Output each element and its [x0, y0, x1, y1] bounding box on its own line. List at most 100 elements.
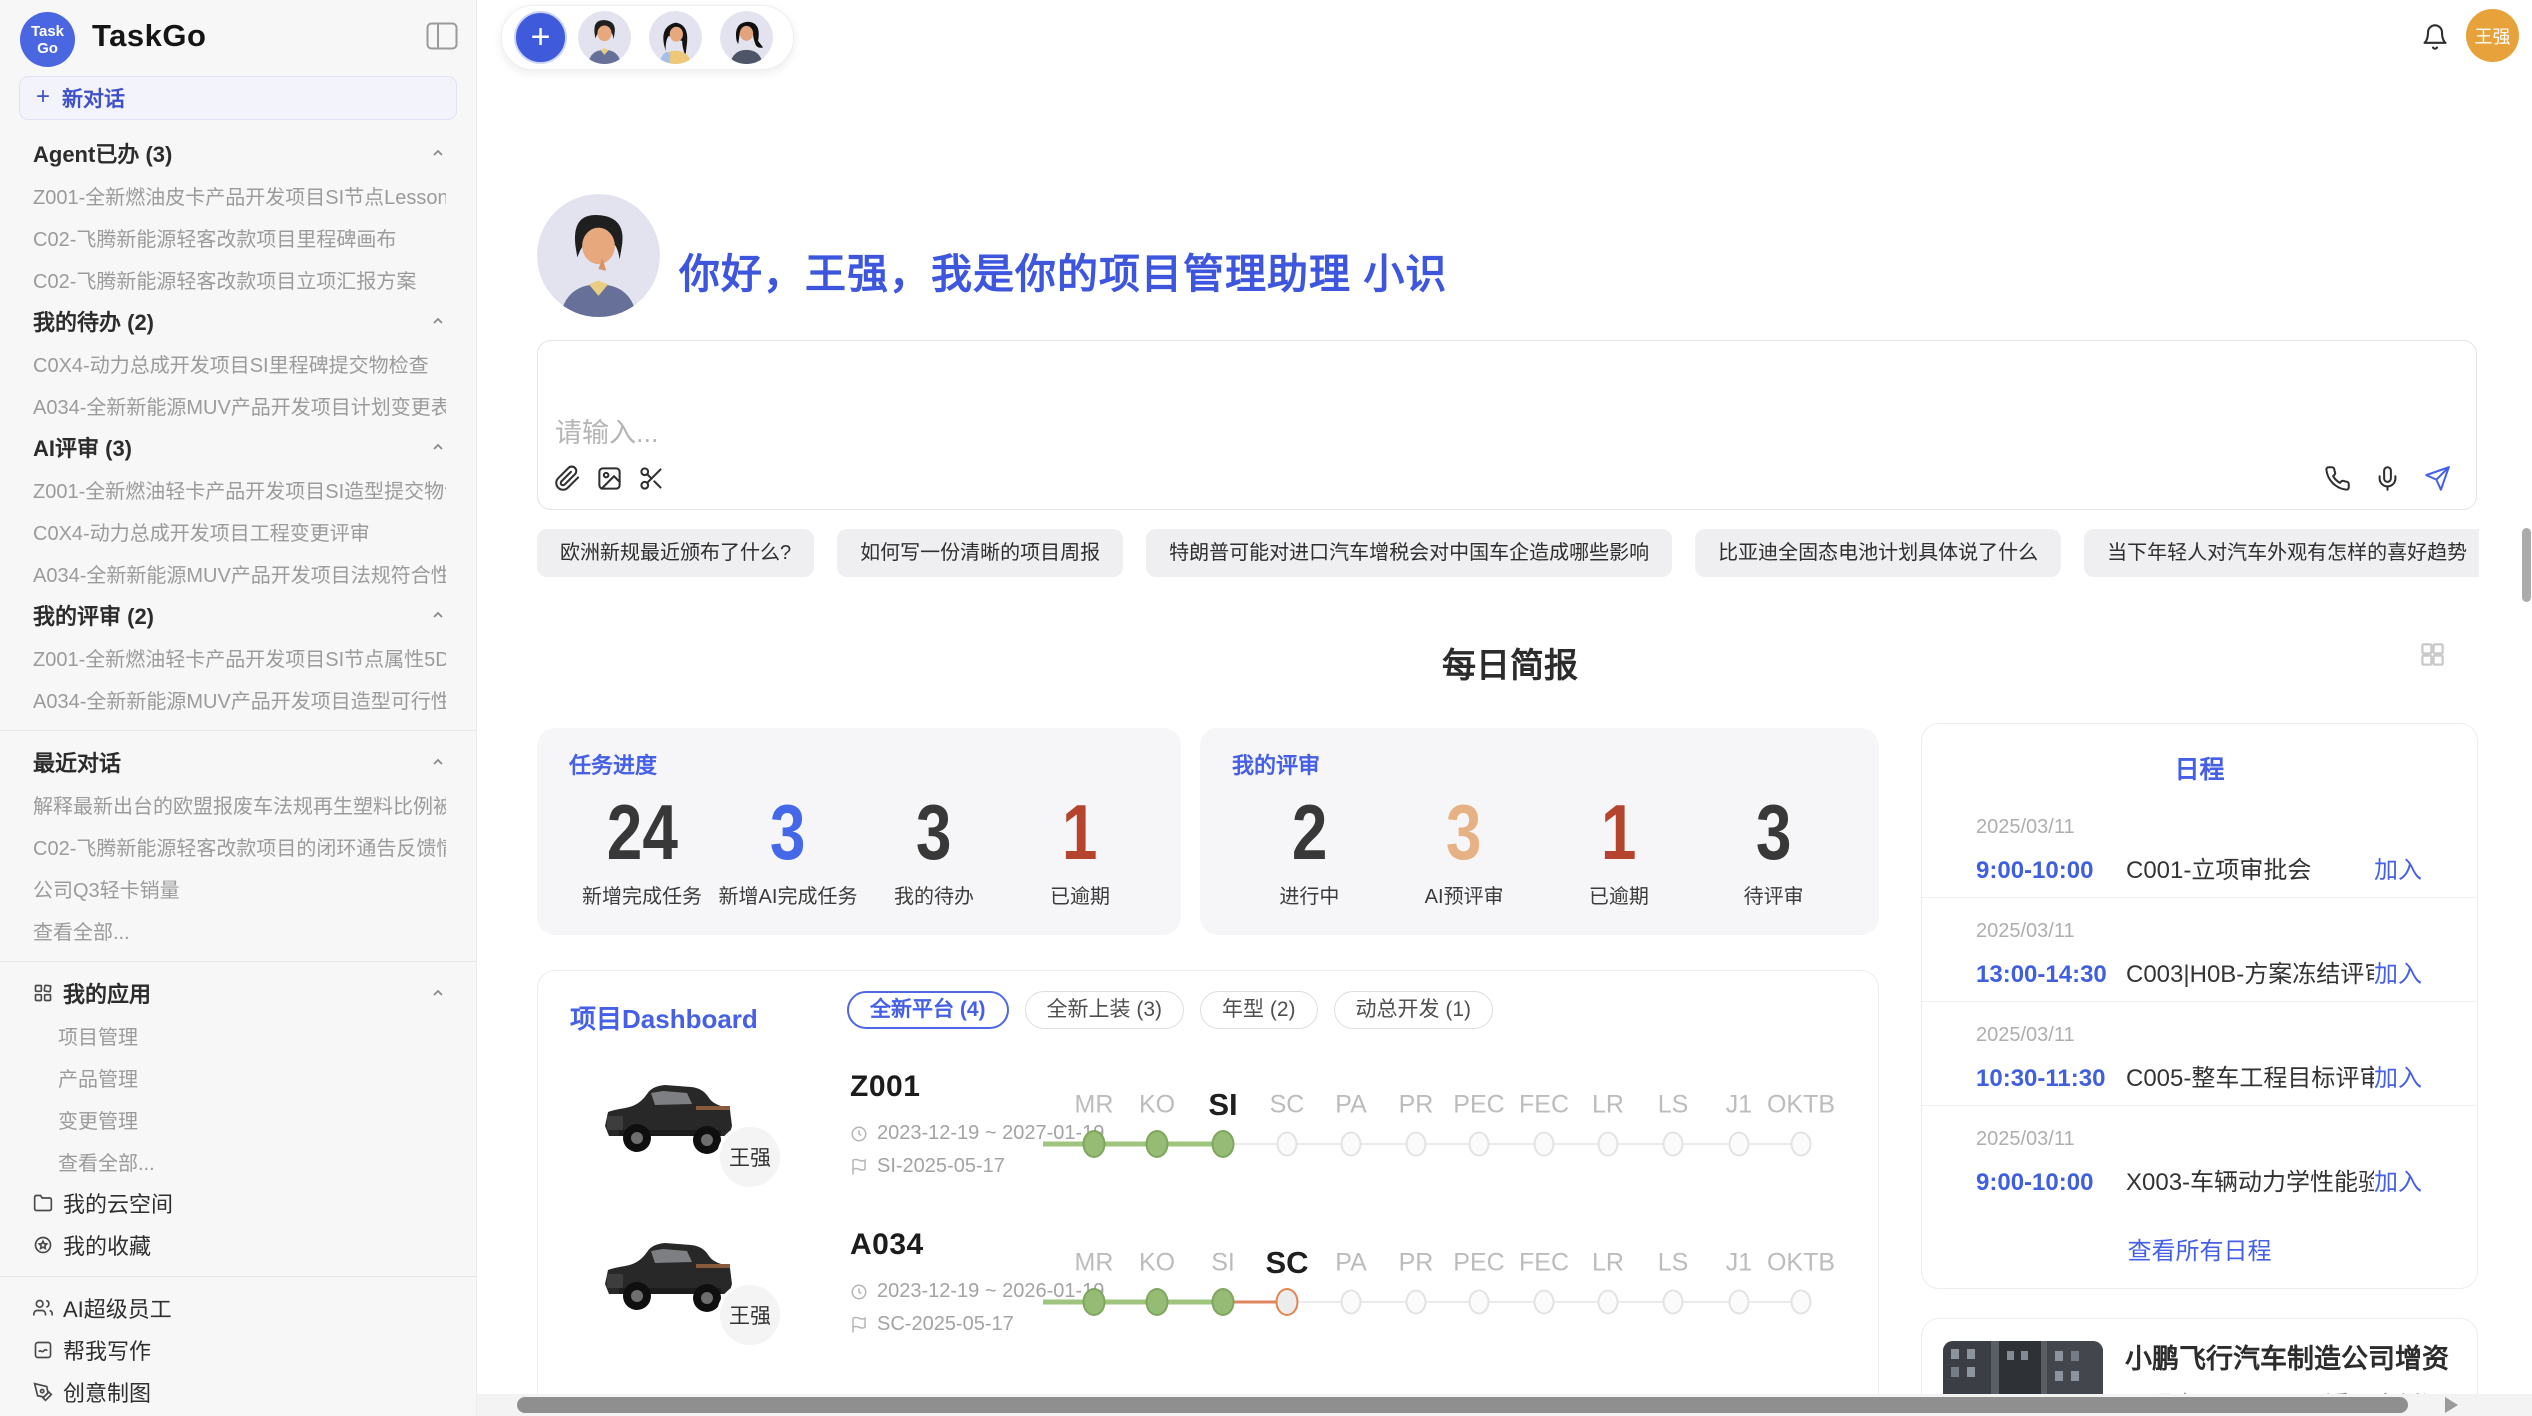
sidebar-item-change-mgmt[interactable]: 变更管理 — [0, 1098, 476, 1140]
phone-icon[interactable] — [2322, 463, 2352, 493]
sidebar-item-favorites[interactable]: 我的收藏 — [0, 1224, 476, 1266]
grid-icon[interactable] — [2419, 641, 2446, 668]
input-placeholder: 请输入... — [555, 411, 659, 450]
milestone-label: PEC — [1453, 1091, 1504, 1120]
sidebar-item[interactable]: Z001-全新燃油轻卡产品开发项目SI造型提交物评审 — [0, 468, 476, 510]
section-header-recent[interactable]: 最近对话 — [0, 741, 476, 783]
suggestion-chip[interactable]: 欧洲新规最近颁布了什么? — [537, 529, 814, 577]
section-header-ai-review[interactable]: AI评审 (3) — [0, 426, 476, 468]
sidebar-item[interactable]: A034-全新新能源MUV产品开发项目造型可行性评审 — [0, 678, 476, 720]
scissors-icon[interactable] — [636, 463, 666, 493]
stat-value: 3 — [1446, 786, 1482, 878]
milestone-label: LS — [1658, 1249, 1689, 1278]
bell-icon[interactable] — [2421, 23, 2449, 51]
panel-collapse-icon[interactable] — [426, 22, 458, 50]
image-icon[interactable] — [594, 463, 624, 493]
suggestion-chip[interactable]: 如何写一份清晰的项目周报 — [837, 529, 1123, 577]
user-avatar[interactable]: 王强 — [2466, 9, 2519, 62]
recent-item[interactable]: 公司Q3轻卡销量 — [0, 867, 476, 909]
sidebar-item[interactable]: Z001-全新燃油皮卡产品开发项目SI节点Lesson Learn报告 — [0, 174, 476, 216]
recent-view-all[interactable]: 查看全部... — [0, 909, 476, 951]
flag-icon — [850, 1316, 868, 1334]
plus-icon: + — [36, 83, 50, 111]
suggestion-chip[interactable]: 比亚迪全固态电池计划具体说了什么 — [1695, 529, 2061, 577]
milestone-label: LR — [1592, 1249, 1624, 1278]
sidebar-item[interactable]: C02-飞腾新能源轻客改款项目里程碑画布 — [0, 216, 476, 258]
avatar[interactable] — [578, 11, 631, 64]
milestone-dot — [1729, 1290, 1750, 1315]
sidebar-item[interactable]: C0X4-动力总成开发项目工程变更评审 — [0, 510, 476, 552]
send-icon[interactable] — [2422, 463, 2452, 493]
recent-item[interactable]: 解释最新出台的欧盟报废车法规再生塑料比例被调至15%... — [0, 783, 476, 825]
join-link[interactable]: 加入 — [2374, 954, 2422, 989]
project-row[interactable]: 王强 A034 2023-12-19 ~ 2026-01-19 SC-2025-… — [538, 1218, 1879, 1376]
schedule-title: 日程 — [1922, 750, 2477, 786]
sidebar-item-ai-employee[interactable]: AI超级员工 — [0, 1287, 476, 1329]
suggestion-chip[interactable]: 特朗普可能对进口汽车增税会对中国车企造成哪些影响 — [1146, 529, 1672, 577]
chat-input[interactable]: 请输入... — [537, 340, 2477, 510]
sidebar-item-creative-draw[interactable]: 创意制图 — [0, 1371, 476, 1413]
event-time: 9:00-10:00 — [1976, 857, 2126, 885]
milestone-label: J1 — [1726, 1091, 1752, 1120]
event-name: X003-车辆动力学性能验... — [2126, 1162, 2374, 1197]
section-header-agent-done[interactable]: Agent已办 (3) — [0, 132, 476, 174]
sidebar-item-project-mgmt[interactable]: 项目管理 — [0, 1014, 476, 1056]
sidebar-item-cloud-space[interactable]: 我的云空间 — [0, 1182, 476, 1224]
project-flag-date: SC-2025-05-17 — [850, 1313, 1014, 1336]
section-header-my-todo[interactable]: 我的待办 (2) — [0, 300, 476, 342]
sidebar-item[interactable]: A034-全新新能源MUV产品开发项目计划变更表编写 — [0, 384, 476, 426]
event-name: C005-整车工程目标评审 — [2126, 1058, 2374, 1093]
avatar[interactable] — [720, 11, 773, 64]
suggestion-chip[interactable]: 当下年轻人对汽车外观有怎样的喜好趋势 — [2084, 529, 2479, 577]
milestone-dot — [1341, 1132, 1362, 1157]
event-date: 2025/03/11 — [1976, 1128, 2422, 1151]
stat-value: 3 — [916, 786, 952, 878]
stat: 2进行中 — [1232, 786, 1387, 909]
event-date: 2025/03/11 — [1976, 920, 2422, 943]
event-date: 2025/03/11 — [1976, 1024, 2422, 1047]
apps-view-all[interactable]: 查看全部... — [0, 1140, 476, 1182]
sidebar-item[interactable]: Z001-全新燃油轻卡产品开发项目SI节点属性5D文件评审 — [0, 636, 476, 678]
apps-grid-icon — [33, 983, 53, 1003]
milestone-dot — [1277, 1132, 1298, 1157]
join-link[interactable]: 加入 — [2374, 1162, 2422, 1197]
tab-powertrain[interactable]: 动总开发 (1) — [1334, 991, 1494, 1029]
milestone-label: LR — [1592, 1091, 1624, 1120]
chevron-up-icon — [430, 313, 446, 329]
sidebar-item[interactable]: C0X4-动力总成开发项目SI里程碑提交物检查 — [0, 342, 476, 384]
section-header-my-review[interactable]: 我的评审 (2) — [0, 594, 476, 636]
paperclip-icon[interactable] — [552, 463, 582, 493]
new-chat-button[interactable]: + 新对话 — [19, 76, 457, 120]
add-conversation-button[interactable]: + — [514, 11, 567, 64]
sidebar-item[interactable]: C02-飞腾新能源轻客改款项目立项汇报方案 — [0, 258, 476, 300]
avatar[interactable] — [649, 11, 702, 64]
mic-icon[interactable] — [2372, 463, 2402, 493]
divider — [0, 1276, 476, 1277]
milestone-label: PEC — [1453, 1249, 1504, 1278]
tab-year-model[interactable]: 年型 (2) — [1200, 991, 1318, 1029]
milestone-label: LS — [1658, 1091, 1689, 1120]
project-dashboard-card: 项目Dashboard 全新平台 (4) 全新上装 (3) 年型 (2) 动总开… — [537, 970, 1879, 1416]
vertical-scrollbar[interactable] — [2522, 528, 2531, 602]
stat-label: 待评审 — [1696, 880, 1851, 909]
project-row[interactable]: 王强 Z001 2023-12-19 ~ 2027-01-19 SI-2025-… — [538, 1060, 1879, 1218]
logo-line1: Task — [31, 23, 64, 40]
logo-line2: Go — [37, 40, 58, 57]
stat: 3我的待办 — [861, 786, 1007, 909]
chevron-up-icon — [430, 985, 446, 1001]
tab-new-platform[interactable]: 全新平台 (4) — [847, 991, 1009, 1029]
horizontal-scrollbar-track[interactable] — [477, 1394, 2532, 1416]
sidebar-item-product-mgmt[interactable]: 产品管理 — [0, 1056, 476, 1098]
sidebar-item-help-write[interactable]: 帮我写作 — [0, 1329, 476, 1371]
stat-value: 24 — [606, 786, 677, 878]
recent-item[interactable]: C02-飞腾新能源轻客改款项目的闭环通告反馈情况 — [0, 825, 476, 867]
milestone-label: SI — [1211, 1249, 1235, 1278]
join-link[interactable]: 加入 — [2374, 1058, 2422, 1093]
horizontal-scrollbar-thumb[interactable] — [517, 1397, 2408, 1413]
scroll-right-arrow-icon[interactable] — [2445, 1397, 2458, 1413]
section-header-my-apps[interactable]: 我的应用 — [0, 972, 476, 1014]
view-all-schedule-link[interactable]: 查看所有日程 — [1922, 1231, 2477, 1266]
tab-new-body[interactable]: 全新上装 (3) — [1025, 991, 1185, 1029]
sidebar-item[interactable]: A034-全新新能源MUV产品开发项目法规符合性评审 — [0, 552, 476, 594]
join-link[interactable]: 加入 — [2374, 850, 2422, 885]
